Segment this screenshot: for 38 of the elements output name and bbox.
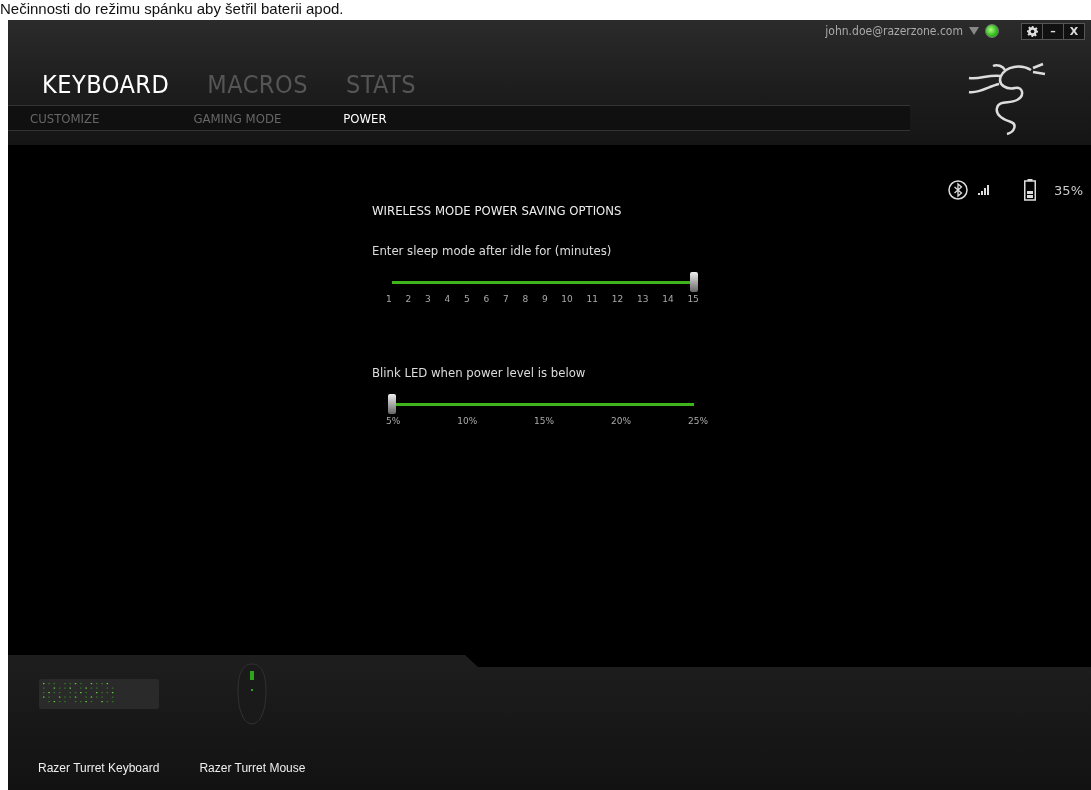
tick-label: 15 [687,294,699,304]
tick-label: 5% [386,416,401,426]
device-name[interactable]: Razer Turret Mouse [199,761,306,775]
tick-label: 20% [611,416,632,426]
tick-label: 15% [534,416,555,426]
tick-label: 4 [444,294,451,304]
tick-label: 14 [662,294,674,304]
tick-label: 2 [405,294,412,304]
slider-thumb[interactable] [388,394,396,414]
battery-icon [1024,179,1037,201]
tick-label: 12 [611,294,624,304]
device-name[interactable]: Razer Turret Keyboard [38,761,160,775]
minimize-button[interactable]: – [1042,23,1063,39]
signal-icon [978,185,991,195]
tick-label: 10 [561,294,573,304]
tick-label: 8 [522,294,529,304]
settings-icon[interactable] [1022,23,1042,39]
tick-label: 1 [386,294,392,304]
bluetooth-icon [948,180,969,200]
tick-label: 10% [457,416,478,426]
slider-thumb[interactable] [690,272,698,292]
sub-tab[interactable]: POWER [343,110,387,126]
tick-label: 6 [483,294,490,304]
tick-label: 5 [463,294,470,304]
caption-text: Nečinnosti do režimu spánku aby šetřil baterii apod. [0,0,344,17]
main-tab[interactable]: KEYBOARD [42,70,170,99]
close-button[interactable]: X [1063,23,1084,39]
tick-label: 3 [424,294,431,304]
tick-label: 11 [586,294,598,304]
slider-label: Enter sleep mode after idle for (minutes) [372,243,612,258]
tick-label: 9 [541,294,548,304]
section-title: WIRELESS MODE POWER SAVING OPTIONS [372,203,623,218]
tick-label: 25% [687,416,708,426]
slider-label: Blink LED when power level is below [372,365,586,380]
account-email[interactable]: john.doe@razerzone.com [825,24,963,38]
battery-reading: 35% [1054,182,1083,198]
tick-label: 13 [636,294,649,304]
tick-label: 7 [502,294,509,304]
